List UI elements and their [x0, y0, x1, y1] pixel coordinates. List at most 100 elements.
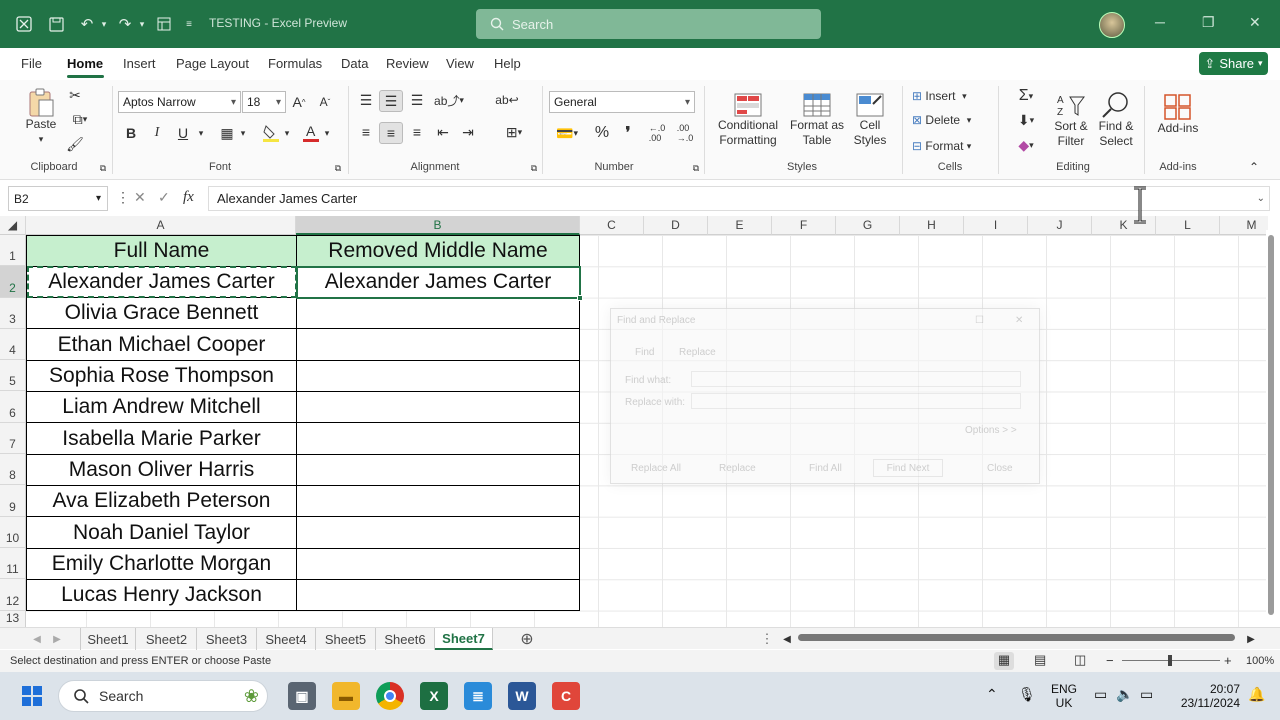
windows-start-icon[interactable] [18, 682, 46, 710]
scroll-right-icon[interactable]: ▶ [1244, 628, 1258, 650]
menu-data[interactable]: Data [341, 56, 368, 71]
align-left-icon[interactable]: ≡ [356, 122, 376, 142]
redo-icon[interactable]: ↷ [114, 14, 136, 34]
align-middle-icon[interactable]: ☰ [379, 90, 403, 112]
column-header[interactable]: I [964, 216, 1028, 235]
notification-icon[interactable]: 🔔 [1248, 686, 1265, 703]
tray-overflow-icon[interactable]: ⌃ [986, 686, 998, 703]
row-header[interactable]: 3 [0, 298, 26, 329]
paste-button[interactable]: Paste ▾ [24, 86, 58, 148]
format-as-table-button[interactable]: Format as Table [786, 86, 848, 154]
task-view-icon[interactable]: ▣ [288, 682, 316, 710]
formula-input[interactable]: Alexander James Carter ⌄ [208, 186, 1270, 211]
fill-handle[interactable] [577, 295, 583, 301]
autosum-icon[interactable]: Σ ▾ [1010, 86, 1042, 106]
column-header[interactable]: G [836, 216, 900, 235]
increase-font-icon[interactable]: A ^ [290, 92, 308, 112]
menu-home[interactable]: Home [67, 56, 103, 71]
language-indicator[interactable]: ENG UK [1046, 682, 1082, 710]
menu-formulas[interactable]: Formulas [268, 56, 322, 71]
row-header[interactable]: 8 [0, 454, 26, 485]
chrome-icon[interactable] [376, 682, 404, 710]
decrease-decimal-icon[interactable]: .00 →.0 [674, 123, 696, 143]
row-header[interactable]: 9 [0, 485, 26, 517]
clear-icon[interactable]: ◆ ▾ [1010, 135, 1042, 155]
sheet-tab[interactable]: Sheet6 [376, 628, 435, 650]
delete-cells-button[interactable]: ⊠ Delete ▾ [912, 110, 988, 130]
fill-color-icon[interactable] [260, 122, 282, 144]
font-color-icon[interactable]: A [300, 122, 322, 144]
row-header[interactable]: 1 [0, 235, 26, 266]
column-header[interactable]: D [644, 216, 708, 235]
number-format-select[interactable]: General ▾ [549, 91, 695, 113]
scroll-left-icon[interactable]: ◀ [780, 628, 794, 650]
taskbar-search[interactable]: Search ❀ [58, 680, 268, 712]
microphone-icon[interactable]: 🎙 [1018, 686, 1036, 703]
zoom-level[interactable]: 100% [1246, 655, 1274, 667]
row-header[interactable]: 10 [0, 517, 26, 548]
align-bottom-icon[interactable]: ☰ [407, 90, 427, 110]
menu-file[interactable]: File [21, 56, 42, 71]
cancel-icon[interactable]: ✕ [134, 189, 146, 206]
column-header[interactable]: E [708, 216, 772, 235]
wrap-text-icon[interactable]: ab↩ [495, 90, 518, 110]
avatar[interactable] [1099, 12, 1125, 38]
column-header[interactable]: A [26, 216, 296, 235]
name-cell[interactable]: Noah Daniel Taylor [26, 516, 297, 549]
name-box[interactable]: B2 ▾ [8, 186, 108, 211]
italic-button[interactable]: I [150, 124, 164, 142]
battery-icon[interactable]: ▭ [1140, 686, 1153, 703]
column-header[interactable]: L [1156, 216, 1220, 235]
align-top-icon[interactable]: ☰ [356, 90, 376, 110]
zoom-out-icon[interactable]: − [1106, 653, 1114, 668]
menu-insert[interactable]: Insert [123, 56, 156, 71]
borders-icon[interactable]: ▦ [216, 124, 238, 142]
decrease-font-icon[interactable]: Aˇ [316, 92, 334, 112]
fill-icon[interactable]: ⬇ ▾ [1010, 110, 1042, 130]
result-cell[interactable] [296, 454, 580, 486]
clock[interactable]: 20:07 23/11/2024 [1170, 682, 1240, 710]
sheet-tab[interactable]: Sheet2 [137, 628, 197, 650]
merge-center-icon[interactable]: ⊞ ▾ [496, 122, 532, 142]
result-cell[interactable] [296, 579, 580, 611]
result-cell[interactable] [296, 391, 580, 423]
name-cell[interactable]: Isabella Marie Parker [26, 422, 297, 455]
increase-indent-icon[interactable]: ⇥ [458, 122, 478, 142]
scroll-right-sheets-icon[interactable]: ▶ [48, 628, 66, 650]
more-options-icon[interactable]: ⋮ [116, 189, 130, 206]
name-cell[interactable]: Emily Charlotte Morgan [26, 548, 297, 580]
save-icon[interactable] [46, 14, 66, 34]
percent-icon[interactable]: % [592, 124, 612, 142]
share-button[interactable]: ⇪ Share ▾ [1199, 52, 1268, 75]
chevron-down-icon[interactable]: ▾ [322, 124, 332, 142]
result-cell[interactable] [296, 422, 580, 455]
cell-styles-button[interactable]: Cell Styles [846, 86, 894, 154]
collapse-ribbon-icon[interactable]: ⌃ [1246, 160, 1262, 174]
row-header[interactable]: 2 [0, 266, 26, 298]
result-cell[interactable] [296, 548, 580, 580]
column-header[interactable]: J [1028, 216, 1092, 235]
result-cell[interactable] [296, 485, 580, 517]
file-explorer-icon[interactable]: ▬ [332, 682, 360, 710]
normal-view-icon[interactable]: ▦ [994, 652, 1014, 670]
sheet-tab[interactable]: Sheet1 [80, 628, 136, 650]
zoom-in-icon[interactable]: + [1224, 653, 1232, 668]
name-cell[interactable]: Liam Andrew Mitchell [26, 391, 297, 423]
scroll-left-sheets-icon[interactable]: ◀ [28, 628, 46, 650]
row-header[interactable]: 5 [0, 360, 26, 391]
minimize-icon[interactable]: ─ [1155, 14, 1165, 30]
enter-icon[interactable]: ✓ [158, 189, 170, 206]
insert-function-icon[interactable]: fx [183, 189, 194, 206]
undo-dropdown-icon[interactable]: ▾ [98, 14, 110, 34]
align-center-icon[interactable]: ≡ [379, 122, 403, 144]
chevron-down-icon[interactable]: ▾ [196, 124, 206, 142]
close-window-icon[interactable]: ✕ [1249, 14, 1261, 31]
horizontal-scroll-thumb[interactable] [798, 634, 1235, 641]
excel-taskbar-icon[interactable]: X [420, 682, 448, 710]
format-painter-icon[interactable]: 🖌 [66, 135, 84, 153]
column-header[interactable]: H [900, 216, 964, 235]
name-cell[interactable]: Ava Elizabeth Peterson [26, 485, 297, 517]
menu-view[interactable]: View [446, 56, 474, 71]
column-header[interactable]: F [772, 216, 836, 235]
volume-icon[interactable]: 🔈 [1116, 686, 1133, 703]
